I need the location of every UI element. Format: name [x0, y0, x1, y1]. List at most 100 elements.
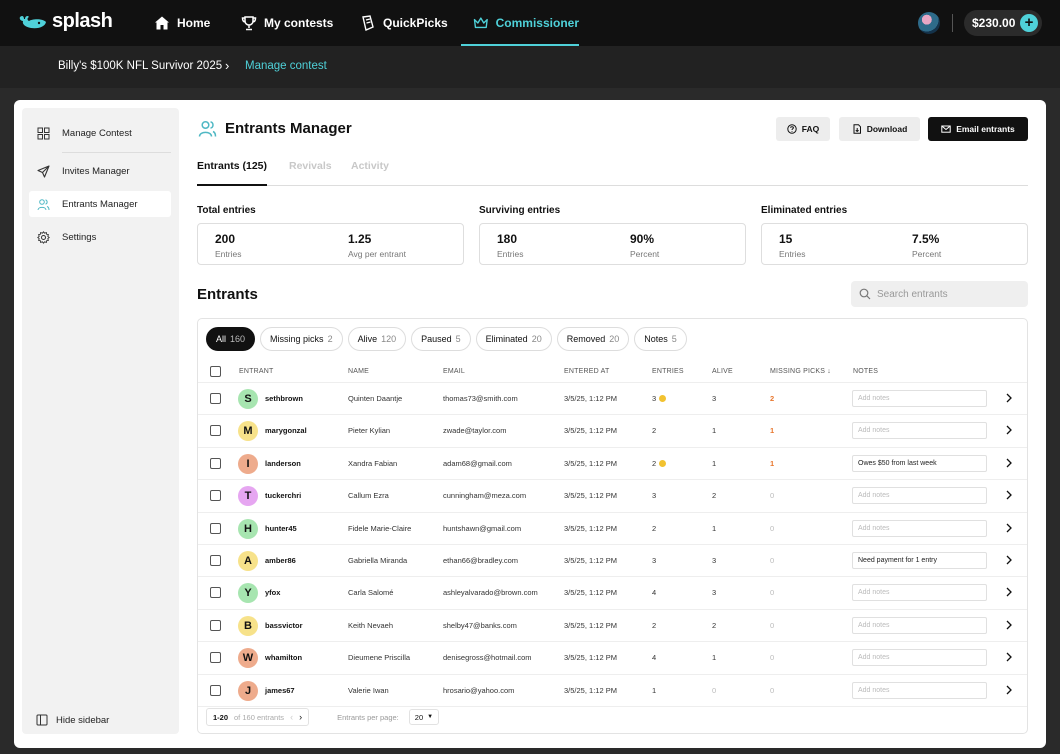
caret-down-icon: ▼	[427, 714, 434, 720]
table-row[interactable]: Ssethbrown Quinten Daantje thomas73@smith.…	[198, 383, 1027, 416]
column-header-email[interactable]: EMAIL	[443, 368, 465, 375]
email-entrants-button[interactable]: Email entrants	[928, 117, 1028, 141]
row-checkbox[interactable]	[210, 555, 221, 566]
entrant-username[interactable]: landerson	[265, 459, 301, 468]
chevron-right-icon[interactable]	[1005, 554, 1013, 566]
entrant-username[interactable]: bassvictor	[265, 621, 303, 630]
column-header-entrant[interactable]: ENTRANT	[239, 368, 273, 375]
faq-button[interactable]: FAQ	[776, 117, 830, 141]
notes-input[interactable]: Add notes	[852, 422, 987, 440]
sidebar-item-settings[interactable]: Settings	[29, 224, 171, 250]
notes-input[interactable]: Add notes	[852, 519, 987, 537]
notes-input[interactable]: Add notes	[852, 487, 987, 505]
chevron-right-icon[interactable]	[1005, 586, 1013, 598]
chevron-right-icon[interactable]	[1005, 457, 1013, 469]
notes-input[interactable]: Add notes	[852, 390, 987, 407]
column-header-entered-at[interactable]: ENTERED AT	[564, 368, 609, 375]
notes-input[interactable]: Add notes	[852, 681, 987, 699]
table-row[interactable]: Wwhamilton Dieumene Priscilla denisegross@…	[198, 642, 1027, 675]
chevron-right-icon[interactable]	[1005, 619, 1013, 631]
entrant-username[interactable]: marygonzal	[265, 426, 307, 435]
table-row[interactable]: Jjames67 Valerie Iwan hrosario@yahoo.com 3/…	[198, 675, 1027, 707]
sidebar-item-entrants-manager[interactable]: Entrants Manager	[29, 191, 171, 217]
table-row[interactable]: Ttuckerchri Callum Ezra cunningham@meza.co…	[198, 480, 1027, 513]
row-checkbox[interactable]	[210, 425, 221, 437]
nav-my-contests[interactable]: My contests	[241, 0, 333, 46]
prev-page-icon[interactable]: ‹	[290, 712, 293, 722]
column-header-entries[interactable]: ENTRIES	[652, 368, 684, 375]
grid-icon	[37, 127, 50, 139]
row-checkbox[interactable]	[210, 393, 221, 404]
filter-chip-alive[interactable]: Alive 120	[347, 327, 407, 351]
column-header-missing-picks[interactable]: MISSING PICKS ↓	[770, 368, 831, 375]
breadcrumb-contest[interactable]: Billy's $100K NFL Survivor 2025	[58, 60, 222, 72]
entrant-username[interactable]: whamilton	[265, 653, 302, 662]
breadcrumb-current[interactable]: Manage contest	[245, 60, 327, 72]
notes-input[interactable]: Add notes	[852, 649, 987, 667]
chevron-right-icon[interactable]	[1005, 392, 1013, 404]
filter-chip-count: 2	[327, 334, 333, 344]
filter-chip-missing-picks[interactable]: Missing picks 2	[260, 327, 343, 351]
notes-input[interactable]: Add notes	[852, 616, 987, 634]
notes-input[interactable]: Add notes	[852, 584, 987, 602]
entered-at: 3/5/25, 1:12 PM	[564, 458, 617, 468]
per-page-select[interactable]: 20 ▼	[408, 709, 440, 725]
table-row[interactable]: Mmarygonzal Pieter Kylian zwade@taylor.com…	[198, 415, 1027, 448]
user-avatar[interactable]	[918, 12, 940, 34]
row-checkbox[interactable]	[210, 522, 221, 534]
filter-chip-eliminated[interactable]: Eliminated 20	[475, 327, 552, 351]
tab-activity[interactable]: Activity	[351, 160, 389, 172]
quickpicks-icon	[362, 15, 374, 31]
hide-sidebar-button[interactable]: Hide sidebar	[36, 714, 109, 726]
entrant-username[interactable]: hunter45	[265, 524, 297, 533]
column-header-notes[interactable]: NOTES	[853, 368, 878, 375]
entrant-username[interactable]: yfox	[265, 588, 280, 597]
table-row[interactable]: Bbassvictor Keith Nevaeh shelby47@banks.co…	[198, 610, 1027, 643]
notes-input[interactable]: Need payment for 1 entry	[852, 552, 987, 569]
filter-chip-all[interactable]: All 160	[206, 327, 256, 351]
row-checkbox[interactable]	[210, 457, 221, 469]
next-page-icon[interactable]: ›	[299, 712, 302, 722]
chevron-right-icon[interactable]	[1005, 651, 1013, 663]
notes-input[interactable]: Owes $50 from last week	[852, 454, 987, 472]
download-button[interactable]: Download	[839, 117, 920, 141]
column-header-alive[interactable]: ALIVE	[712, 368, 733, 375]
splash-logo[interactable]: splash	[18, 10, 113, 33]
tab-entrants[interactable]: Entrants (125)	[197, 160, 268, 186]
filter-chip-notes[interactable]: Notes 5	[634, 327, 687, 351]
row-checkbox[interactable]	[210, 490, 221, 502]
table-row[interactable]: Hhunter45 Fidele Marie-Claire huntshawn@gm…	[198, 513, 1027, 545]
file-download-icon	[853, 124, 861, 134]
row-checkbox[interactable]	[210, 587, 221, 599]
row-checkbox[interactable]	[210, 652, 221, 664]
filter-chip-removed[interactable]: Removed 20	[556, 327, 630, 351]
entrant-username[interactable]: amber86	[265, 556, 296, 565]
entrant-username[interactable]: tuckerchri	[265, 491, 301, 500]
table-row[interactable]: Aamber86 Gabriella Miranda ethan66@bradley…	[198, 545, 1027, 578]
add-funds-plus-icon[interactable]: +	[1020, 14, 1038, 32]
filter-chip-paused[interactable]: Paused 5	[411, 327, 471, 351]
nav-quickpicks[interactable]: QuickPicks	[360, 0, 448, 46]
row-checkbox[interactable]	[210, 684, 221, 696]
chevron-right-icon[interactable]	[1005, 424, 1013, 436]
nav-commissioner[interactable]: Commissioner	[461, 0, 579, 46]
entrant-username[interactable]: sethbrown	[265, 394, 303, 403]
stat-title-total: Total entries	[197, 205, 256, 216]
wallet-balance[interactable]: $230.00 +	[964, 10, 1042, 36]
chevron-right-icon[interactable]	[1005, 489, 1013, 501]
row-checkbox[interactable]	[210, 619, 221, 631]
entrant-username[interactable]: james67	[265, 686, 295, 695]
table-row[interactable]: Yyfox Carla Salomé ashleyalvarado@brown.co…	[198, 577, 1027, 610]
table-row[interactable]: Ilanderson Xandra Fabian adam68@gmail.com 3…	[198, 448, 1027, 481]
table-header: ENTRANT NAME EMAIL ENTERED AT ENTRIES AL…	[198, 361, 1027, 383]
tab-revivals[interactable]: Revivals	[289, 160, 332, 172]
sidebar-item-invites-manager[interactable]: Invites Manager	[29, 158, 171, 184]
entrant-email: zwade@taylor.com	[443, 426, 507, 436]
sidebar-item-manage-contest[interactable]: Manage Contest	[29, 120, 171, 146]
select-all-checkbox[interactable]	[210, 366, 221, 377]
search-input[interactable]	[877, 288, 1017, 300]
nav-home[interactable]: Home	[154, 0, 210, 46]
chevron-right-icon[interactable]	[1005, 522, 1013, 534]
chevron-right-icon[interactable]	[1005, 684, 1013, 696]
column-header-name[interactable]: NAME	[348, 368, 369, 375]
